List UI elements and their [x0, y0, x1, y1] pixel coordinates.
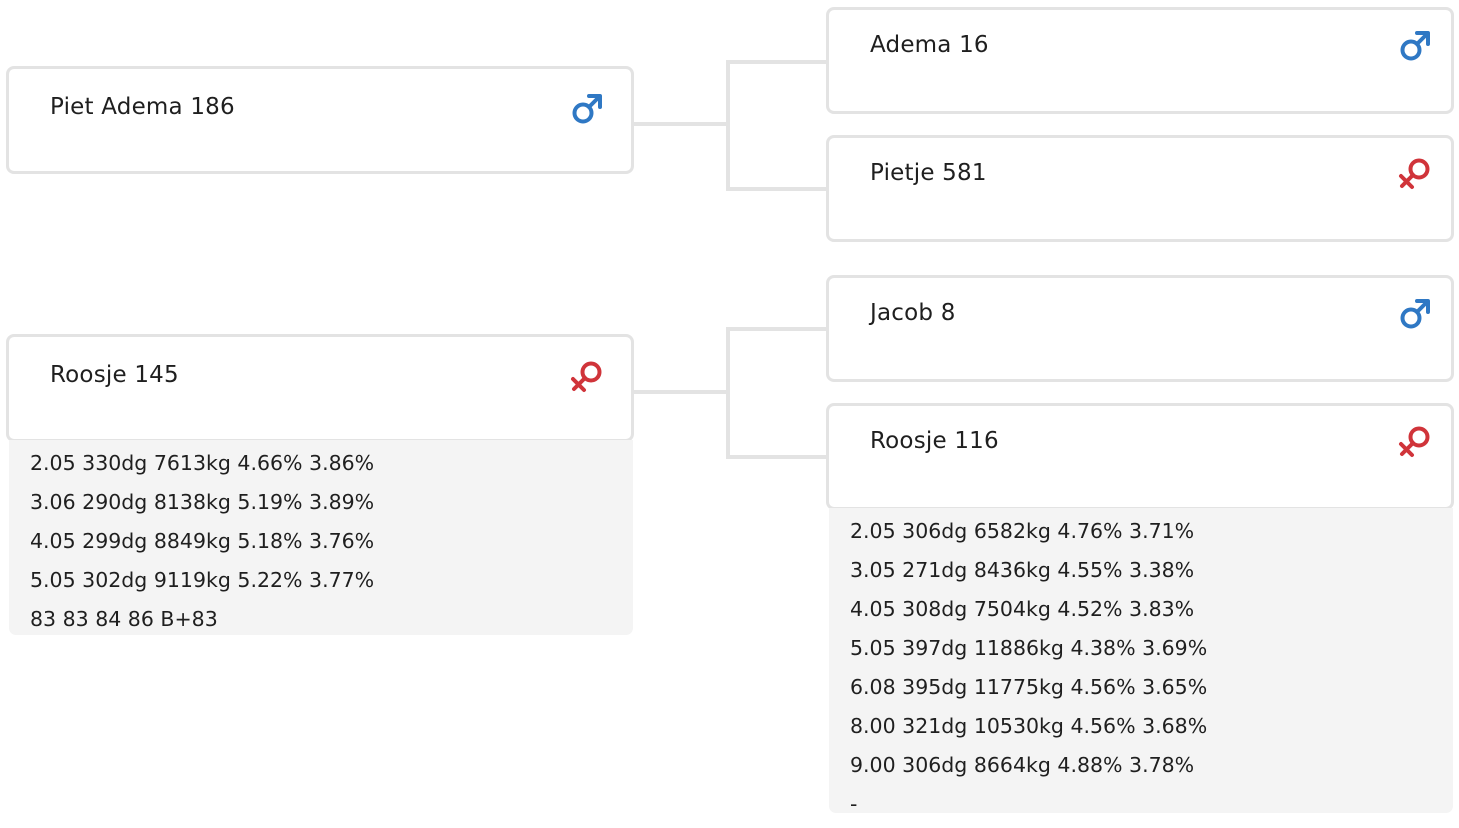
stats-line: 5.05 397dg 11886kg 4.38% 3.69%: [850, 636, 1208, 660]
stats-panel-roosje-145: 2.05 330dg 7613kg 4.66% 3.86% 3.06 290dg…: [9, 440, 633, 635]
connector-horizontal: [634, 390, 728, 394]
stats-line: 83 83 84 86 B+83: [30, 607, 218, 631]
node-card-adema-16[interactable]: Adema 16: [826, 7, 1454, 114]
connector-horizontal: [634, 122, 728, 126]
stats-line: 6.08 395dg 11775kg 4.56% 3.65%: [850, 675, 1208, 699]
node-name: Adema 16: [870, 32, 989, 58]
stats-line: 4.05 299dg 8849kg 5.18% 3.76%: [30, 529, 375, 553]
node-name: Piet Adema 186: [50, 94, 235, 120]
male-icon: [1400, 299, 1430, 329]
node-card-roosje-116[interactable]: Roosje 116: [826, 403, 1454, 510]
stats-line: 5.05 302dg 9119kg 5.22% 3.77%: [30, 568, 375, 592]
connector-branch-bottom: [726, 455, 826, 459]
connector-branch-top: [726, 60, 826, 64]
node-name: Jacob 8: [870, 300, 956, 326]
connector-branch-bottom: [726, 187, 826, 191]
stats-line: 2.05 306dg 6582kg 4.76% 3.71%: [850, 519, 1195, 543]
stats-line: -: [850, 792, 858, 816]
stats-line: 4.05 308dg 7504kg 4.52% 3.83%: [850, 597, 1195, 621]
node-name: Pietje 581: [870, 160, 987, 186]
male-icon: [1400, 31, 1430, 61]
stats-line: 9.00 306dg 8664kg 4.88% 3.78%: [850, 753, 1195, 777]
node-card-pietje-581[interactable]: Pietje 581: [826, 135, 1454, 242]
stats-line: 3.05 271dg 8436kg 4.55% 3.38%: [850, 558, 1195, 582]
female-icon: [1399, 426, 1430, 457]
node-card-piet-adema-186[interactable]: Piet Adema 186: [6, 66, 634, 174]
connector-branch-top: [726, 327, 826, 331]
male-icon: [572, 94, 602, 124]
stats-line: 3.06 290dg 8138kg 5.19% 3.89%: [30, 490, 375, 514]
node-name: Roosje 145: [50, 362, 179, 388]
connector-vertical: [726, 327, 730, 459]
female-icon: [571, 361, 602, 392]
node-card-jacob-8[interactable]: Jacob 8: [826, 275, 1454, 382]
female-icon: [1399, 158, 1430, 189]
connector-vertical: [726, 60, 730, 191]
stats-panel-roosje-116: 2.05 306dg 6582kg 4.76% 3.71% 3.05 271dg…: [829, 508, 1453, 816]
stats-line: 8.00 321dg 10530kg 4.56% 3.68%: [850, 714, 1208, 738]
node-card-roosje-145[interactable]: Roosje 145: [6, 334, 634, 442]
stats-line: 2.05 330dg 7613kg 4.66% 3.86%: [30, 451, 375, 475]
node-name: Roosje 116: [870, 428, 999, 454]
